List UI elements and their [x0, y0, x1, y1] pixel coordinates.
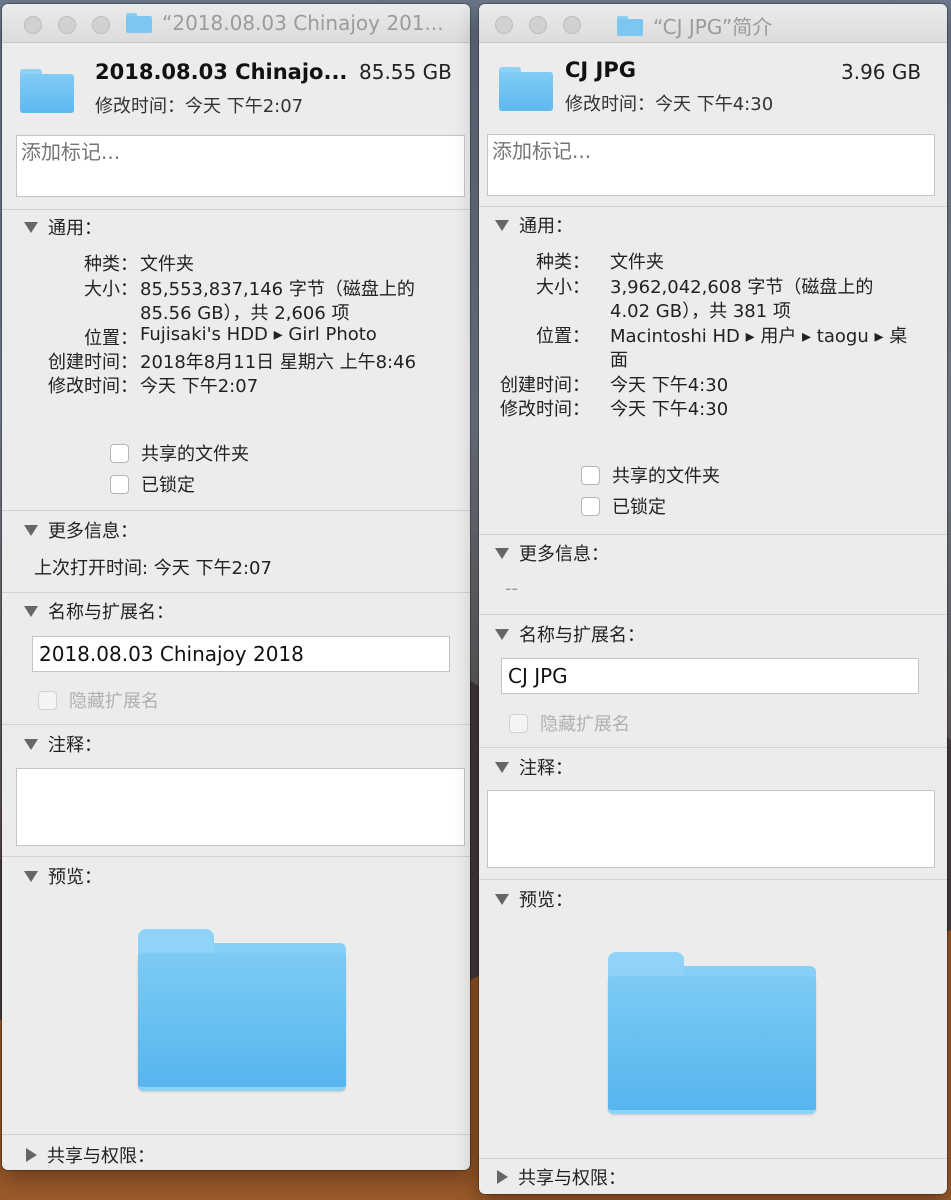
folder-preview-icon: [608, 952, 816, 1114]
disclosure-triangle-icon[interactable]: [495, 219, 509, 231]
disclosure-triangle-icon[interactable]: [495, 761, 509, 773]
info-window-left: “2018.08.03 Chinajoy 201... 2018.08.03 C…: [2, 4, 470, 1170]
general-details: 种类： 文件夹 大小： 85,553,837,146 字节（磁盘上的 85.56…: [48, 254, 417, 397]
comments-field[interactable]: [16, 768, 465, 846]
hide-extension-checkbox[interactable]: 隐藏扩展名: [509, 710, 630, 736]
folder-preview-icon: [138, 929, 346, 1091]
locked-checkbox[interactable]: 已锁定: [110, 471, 195, 497]
info-window-right: “CJ JPG”简介 CJ JPG 3.96 GB 修改时间：今天 下午4:30…: [479, 4, 947, 1194]
folder-icon: [617, 15, 643, 36]
zoom-button[interactable]: [92, 16, 110, 34]
disclosure-triangle-icon[interactable]: [24, 221, 38, 233]
disclosure-triangle-icon[interactable]: [497, 1170, 508, 1184]
name-field[interactable]: CJ JPG: [501, 658, 919, 694]
disclosure-triangle-icon[interactable]: [24, 524, 38, 536]
modified-date: 修改时间：今天 下午4:30: [565, 94, 774, 115]
file-size: 85.55 GB: [359, 60, 452, 84]
tags-field[interactable]: [487, 134, 935, 196]
section-sharing-permissions[interactable]: 共享与权限：: [26, 1142, 155, 1168]
zoom-button[interactable]: [563, 16, 581, 34]
shared-folder-checkbox[interactable]: 共享的文件夹: [110, 440, 249, 466]
hide-extension-checkbox[interactable]: 隐藏扩展名: [38, 687, 159, 713]
disclosure-triangle-icon[interactable]: [24, 605, 38, 617]
section-general[interactable]: 通用：: [24, 214, 102, 240]
section-preview[interactable]: 预览：: [495, 886, 573, 912]
minimize-button[interactable]: [529, 16, 547, 34]
close-button[interactable]: [24, 16, 42, 34]
tags-input[interactable]: [17, 136, 450, 168]
section-more-info[interactable]: 更多信息：: [495, 540, 609, 566]
folder-icon: [20, 69, 74, 113]
disclosure-triangle-icon[interactable]: [24, 738, 38, 750]
disclosure-triangle-icon[interactable]: [495, 893, 509, 905]
section-comments[interactable]: 注释：: [24, 731, 102, 757]
close-button[interactable]: [495, 16, 513, 34]
section-name-extension[interactable]: 名称与扩展名：: [24, 598, 174, 624]
last-opened: --: [505, 578, 518, 599]
disclosure-triangle-icon[interactable]: [26, 1148, 37, 1162]
section-name-extension[interactable]: 名称与扩展名：: [495, 621, 645, 647]
general-details: 种类： 文件夹 大小： 3,962,042,608 字节（磁盘上的 4.02 G…: [500, 252, 908, 420]
titlebar[interactable]: “2018.08.03 Chinajoy 201...: [2, 4, 470, 43]
section-preview[interactable]: 预览：: [24, 863, 102, 889]
disclosure-triangle-icon[interactable]: [495, 547, 509, 559]
file-name: 2018.08.03 Chinajo...: [95, 60, 348, 84]
titlebar[interactable]: “CJ JPG”简介: [479, 4, 947, 43]
window-title: “CJ JPG”简介: [653, 15, 773, 39]
locked-checkbox[interactable]: 已锁定: [581, 493, 666, 519]
file-size: 3.96 GB: [841, 60, 922, 84]
disclosure-triangle-icon[interactable]: [495, 628, 509, 640]
section-comments[interactable]: 注释：: [495, 754, 573, 780]
tags-field[interactable]: [16, 135, 465, 197]
section-sharing-permissions[interactable]: 共享与权限：: [497, 1164, 626, 1190]
file-name: CJ JPG: [565, 58, 636, 82]
shared-folder-checkbox[interactable]: 共享的文件夹: [581, 462, 720, 488]
folder-icon: [499, 67, 553, 111]
comments-field[interactable]: [487, 790, 935, 868]
section-more-info[interactable]: 更多信息：: [24, 517, 138, 543]
section-general[interactable]: 通用：: [495, 212, 573, 238]
disclosure-triangle-icon[interactable]: [24, 870, 38, 882]
folder-icon: [126, 13, 152, 33]
modified-date: 修改时间：今天 下午2:07: [95, 96, 304, 117]
minimize-button[interactable]: [58, 16, 76, 34]
name-field[interactable]: 2018.08.03 Chinajoy 2018: [32, 636, 450, 672]
last-opened: 上次打开时间: 今天 下午2:07: [34, 558, 272, 579]
window-title: “2018.08.03 Chinajoy 201...: [162, 11, 444, 35]
tags-input[interactable]: [488, 135, 920, 167]
